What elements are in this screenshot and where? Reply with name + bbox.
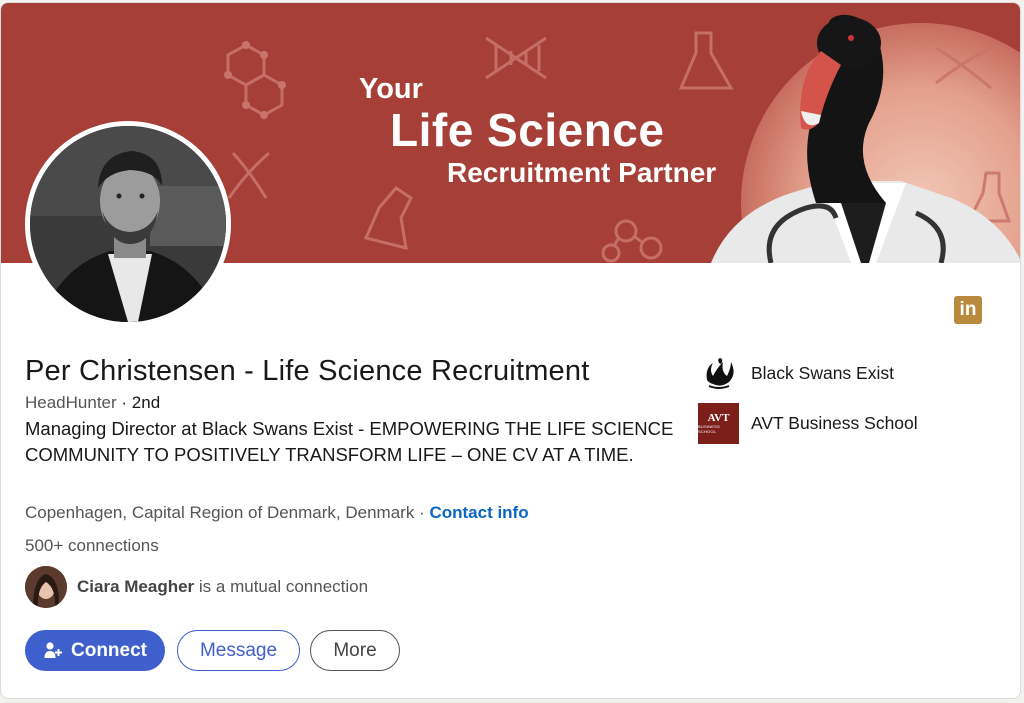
connection-degree: · 2nd [121, 393, 161, 412]
mutual-suffix: is a mutual connection [198, 577, 369, 596]
mutual-connection[interactable]: Ciara Meagher is a mutual connection [25, 566, 368, 608]
profile-role-line: HeadHunter · 2nd [25, 393, 160, 413]
banner-line-1: Your [359, 73, 423, 105]
org-avt-business-school[interactable]: AVT BUSINESS SCHOOL AVT Business School [698, 403, 918, 444]
contact-info-link[interactable]: Contact info [429, 503, 528, 522]
linkedin-icon[interactable]: in [954, 296, 982, 324]
profile-location-line: Copenhagen, Capital Region of Denmark, D… [25, 503, 529, 523]
banner-line-2: Life Science [390, 104, 665, 156]
profile-headline: Managing Director at Black Swans Exist -… [25, 418, 674, 465]
avt-logo-icon: AVT BUSINESS SCHOOL [698, 403, 739, 444]
connect-label: Connect [71, 639, 147, 661]
black-swan-logo-icon [698, 353, 739, 394]
org-name: Black Swans Exist [751, 363, 894, 383]
message-button[interactable]: Message [177, 630, 300, 671]
profile-name: Per Christensen - Life Science Recruitme… [25, 355, 590, 387]
org-name: AVT Business School [751, 413, 918, 433]
more-button[interactable]: More [310, 630, 400, 671]
profile-card: Your Life Science Recruitment Partner in… [0, 2, 1021, 699]
mutual-connection-text: Ciara Meagher is a mutual connection [77, 577, 368, 597]
mutual-name: Ciara Meagher [77, 577, 195, 596]
org-black-swans-exist[interactable]: Black Swans Exist [698, 353, 894, 394]
add-person-icon [43, 641, 63, 661]
banner-line-3: Recruitment Partner [447, 157, 717, 188]
profile-avatar[interactable] [25, 121, 231, 327]
profile-photo [30, 126, 226, 322]
swan-illustration [711, 14, 1020, 263]
connections-count[interactable]: 500+ connections [25, 536, 159, 556]
mutual-avatar [25, 566, 67, 608]
profile-role: HeadHunter [25, 393, 117, 412]
connect-button[interactable]: Connect [25, 630, 165, 671]
profile-location: Copenhagen, Capital Region of Denmark, D… [25, 503, 425, 522]
